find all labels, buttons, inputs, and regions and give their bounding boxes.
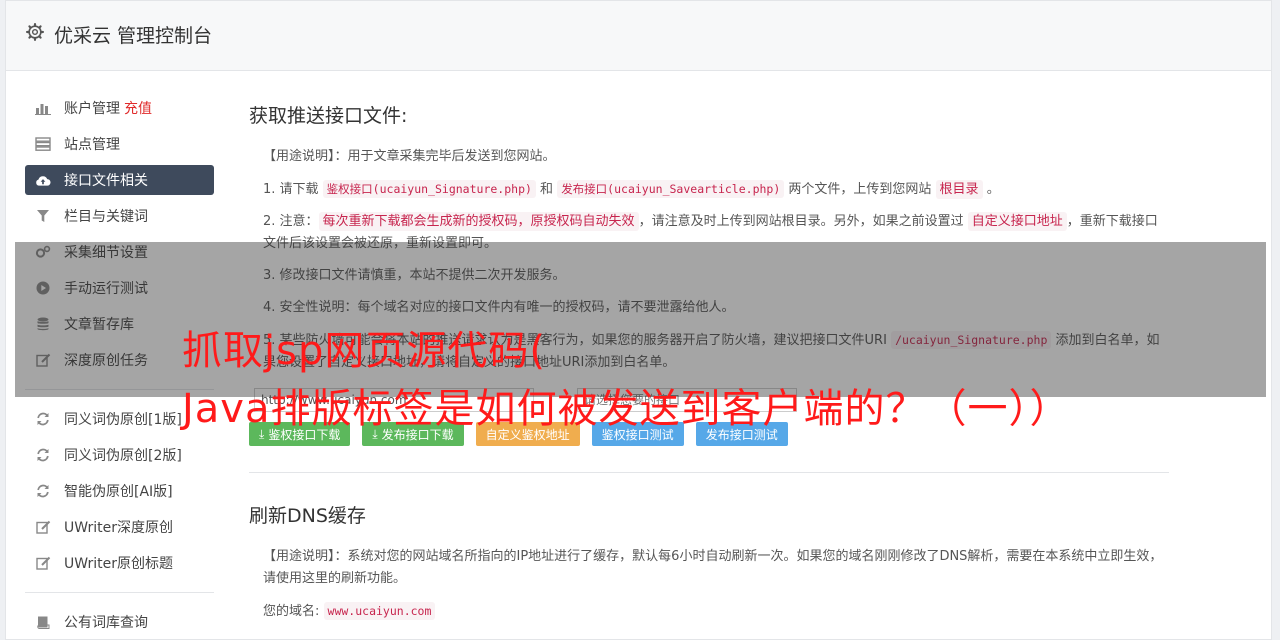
gear-icon[interactable] [26, 23, 44, 41]
sidebar-item-label: 站点管理 [64, 137, 120, 153]
step-1: 1. 请下载 鉴权接口(ucaiyun_Signature.php) 和 发布接… [249, 178, 1169, 201]
sidebar-item-interface-files[interactable]: 接口文件相关 [25, 165, 214, 195]
sidebar-item-label: 栏目与关键词 [64, 209, 148, 225]
book-icon [35, 614, 51, 630]
dns-usage-note: 【用途说明】：系统对您的网站域名所指向的IP地址进行了缓存，默认每6小时自动刷新… [263, 549, 1163, 586]
sidebar-item-label: 同义词伪原创[1版] [64, 412, 182, 428]
edit-icon [35, 519, 51, 535]
sidebar-item-label: 接口文件相关 [64, 173, 148, 189]
recharge-link[interactable]: 充值 [124, 98, 152, 118]
sidebar-item-account[interactable]: 账户管理 充值 [25, 93, 214, 123]
sidebar-item-label: 智能伪原创[AI版] [64, 484, 173, 500]
sidebar-item-label: 账户管理 [64, 101, 120, 117]
usage-note: 【用途说明】：用于文章采集完毕后发送到您网站。 [263, 149, 556, 164]
sidebar-item-public-lexicon[interactable]: 公有词库查询 [25, 607, 214, 637]
app-title: 优采云 管理控制台 [54, 25, 213, 47]
edit-icon [35, 555, 51, 571]
top-bar: 优采云 管理控制台 [6, 1, 1271, 71]
signature-file-name: 鉴权接口(ucaiyun_Signature.php) [322, 180, 536, 198]
sidebar-item-label: 同义词伪原创[2版] [64, 448, 182, 464]
domain-row: 您的域名: www.ucaiyun.com [249, 600, 1169, 623]
section-divider [249, 472, 1169, 473]
step-text: 和 [535, 182, 558, 197]
step-text: 2. 注意： [263, 214, 319, 229]
custom-url-tag: 自定义接口地址 [967, 212, 1067, 231]
savearticle-file-name: 发布接口(ucaiyun_Savearticle.php) [557, 180, 785, 198]
overlay-headline: 抓取jsp网页源代码( Java排版标签是如何被发送到客户端的？（一）） [182, 322, 1262, 438]
sidebar-item-uwriter-title[interactable]: UWriter原创标题 [25, 548, 214, 578]
bar-chart-icon [35, 100, 51, 116]
sidebar-item-columns-keywords[interactable]: 栏目与关键词 [25, 201, 214, 231]
refresh-icon [35, 447, 51, 463]
domain-value: www.ucaiyun.com [323, 602, 436, 620]
refresh-icon [35, 411, 51, 427]
sidebar-item-label: 公有词库查询 [64, 615, 148, 631]
warning-tag: 每次重新下载都会生成新的授权码，原授权码自动失效 [318, 212, 639, 231]
filter-icon [35, 208, 51, 224]
refresh-icon [35, 483, 51, 499]
step-text: ，请注意及时上传到网站根目录。另外，如果之前设置过 [638, 214, 968, 229]
domain-label: 您的域名: [263, 604, 320, 619]
sidebar-item-uwriter-deep[interactable]: UWriter深度原创 [25, 512, 214, 542]
sidebar-item-ai-rewrite[interactable]: 智能伪原创[AI版] [25, 476, 214, 506]
step-text: 1. 请下载 [263, 182, 323, 197]
headline-line-1: 抓取jsp网页源代码( [182, 328, 546, 374]
headline-line-2: Java排版标签是如何被发送到客户端的？（一）） [182, 386, 1071, 432]
section-title-push-files: 获取推送接口文件: [249, 105, 408, 127]
cloud-upload-icon [35, 172, 51, 188]
sidebar-item-label: UWriter深度原创 [64, 520, 173, 536]
sidebar-divider [25, 592, 214, 593]
server-icon [35, 136, 51, 152]
step-text: 。 [982, 182, 1000, 197]
sidebar-item-sites[interactable]: 站点管理 [25, 129, 214, 159]
step-text: 两个文件，上传到您网站 [784, 182, 936, 197]
root-dir-tag: 根目录 [935, 180, 983, 199]
sidebar-item-synonym-v2[interactable]: 同义词伪原创[2版] [25, 440, 214, 470]
section-title-dns: 刷新DNS缓存 [249, 505, 366, 527]
sidebar-item-label: UWriter原创标题 [64, 556, 173, 572]
